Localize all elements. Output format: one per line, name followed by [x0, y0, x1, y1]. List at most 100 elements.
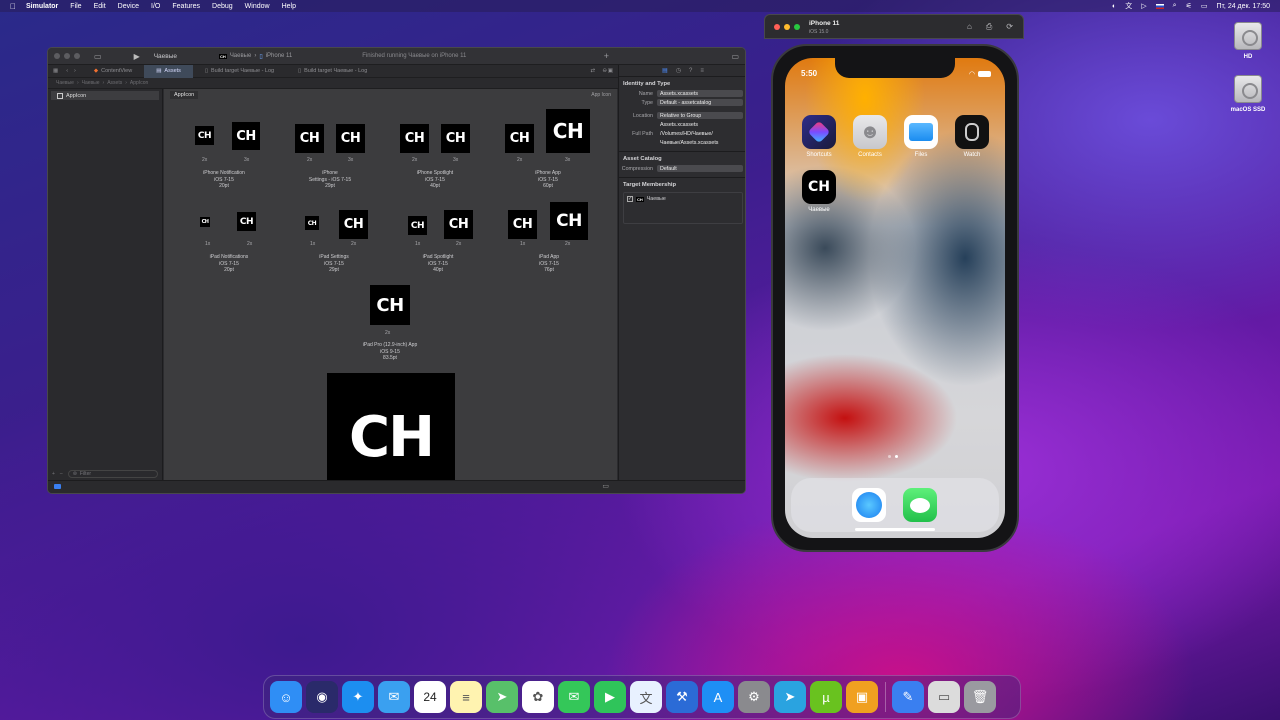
icon-slot-iphone-notification-2x[interactable]: CH — [195, 126, 214, 145]
jump-item[interactable]: Чаевые — [82, 80, 100, 86]
dock-item-mail[interactable]: ✉ — [378, 681, 410, 713]
inspector-toggle-icon[interactable]: ▭ — [731, 52, 739, 61]
file-inspector-icon[interactable]: ▤ — [662, 67, 668, 74]
dock-item-notes[interactable]: ≡ — [450, 681, 482, 713]
tab-contentview[interactable]: ◆ ContentView — [82, 65, 144, 78]
icon-slot-ipad-notifications-1x[interactable]: CH — [200, 217, 210, 227]
icon-slot-app-store[interactable]: CH — [327, 373, 455, 481]
menu-features[interactable]: Features — [172, 3, 200, 10]
tab-build-log-1[interactable]: ▯ Build target Чаевые - Log — [193, 65, 286, 78]
icon-slot-ipad-spotlight-1x[interactable]: CH — [408, 216, 427, 235]
dock-item-system-preferences[interactable]: ⚙ — [738, 681, 770, 713]
search-icon[interactable]: ⌕ — [1173, 2, 1177, 10]
play-icon[interactable]: ▷ — [1141, 2, 1146, 10]
dock-item-preview[interactable]: ▭ — [928, 681, 960, 713]
menu-window[interactable]: Window — [245, 3, 270, 10]
forward-icon[interactable]: › — [74, 68, 76, 74]
add-icon[interactable]: + — [604, 51, 609, 61]
minimize-button[interactable] — [784, 24, 790, 30]
icon-slot-iphone-app-3x[interactable]: CH — [546, 109, 590, 153]
home-icon[interactable]: ⌂ — [967, 22, 972, 32]
screen-mirror-icon[interactable]: ▭ — [1201, 2, 1208, 10]
translate-icon[interactable]: 文 — [1125, 1, 1132, 11]
icon-slot-iphone-settings-3x[interactable]: CH — [336, 124, 365, 153]
location-select[interactable]: Relative to Group — [657, 112, 743, 119]
navigator-item-appicon[interactable]: AppIcon — [51, 91, 159, 100]
icon-slot-ipad-app-1x[interactable]: CH — [508, 210, 537, 239]
icon-slot-ipad-settings-1x[interactable]: CH — [305, 216, 319, 230]
tab-build-log-2[interactable]: ▯ Build target Чаевые - Log — [286, 65, 379, 78]
page-indicator[interactable] — [888, 455, 898, 458]
disk-macos-ssd[interactable]: macOS SSD — [1221, 75, 1275, 113]
dock-item-finder[interactable]: ☺ — [270, 681, 302, 713]
disk-hd[interactable]: HD — [1221, 22, 1275, 60]
icon-slot-iphone-spotlight-2x[interactable]: CH — [400, 124, 429, 153]
dock-item-calendar[interactable]: 24 — [414, 681, 446, 713]
adjust-icon[interactable]: ⊖ — [602, 68, 607, 74]
screenshot-icon[interactable]: ⎙ — [986, 22, 992, 32]
dock-app-messages[interactable] — [903, 488, 937, 522]
menu-clock[interactable]: Пт, 24 дек. 17:50 — [1216, 3, 1270, 10]
menu-debug[interactable]: Debug — [212, 3, 233, 10]
name-field[interactable]: Assets.xcassets — [657, 90, 743, 97]
dock-item-safari[interactable]: ✦ — [342, 681, 374, 713]
attributes-inspector-icon[interactable]: ≡ — [700, 68, 704, 74]
close-button[interactable] — [54, 53, 60, 59]
sidebar-toggle-icon[interactable]: ▭ — [94, 52, 102, 61]
tab-assets[interactable]: ▤ Assets — [144, 64, 193, 78]
icon-slot-iphone-settings-2x[interactable]: CH — [295, 124, 324, 153]
control-center-icon[interactable]: ⚟ — [1186, 2, 1192, 10]
app-chaevye[interactable]: CH Чаевые — [801, 170, 837, 213]
wechat-icon[interactable]: ◐ — [1112, 3, 1116, 10]
debug-toggle-icon[interactable] — [54, 484, 61, 489]
type-select[interactable]: Default - assetcatalog — [657, 99, 743, 106]
split-icon[interactable]: ▣ — [608, 68, 613, 74]
dock-item-simulator[interactable]: ✎ — [892, 681, 924, 713]
dock-app-safari[interactable] — [852, 488, 886, 522]
icon-slot-iphone-spotlight-3x[interactable]: CH — [441, 124, 470, 153]
zoom-button[interactable] — [74, 53, 80, 59]
help-inspector-icon[interactable]: ? — [689, 68, 692, 74]
dock-item-trash[interactable]: 🗑 — [964, 681, 996, 713]
icon-slot-ipad-pro-2x[interactable]: CH — [370, 285, 410, 325]
dock-item-siri[interactable]: ◉ — [306, 681, 338, 713]
zoom-button[interactable] — [794, 24, 800, 30]
close-button[interactable] — [774, 24, 780, 30]
icon-slot-ipad-app-2x[interactable]: CH — [550, 202, 588, 240]
menu-file[interactable]: File — [70, 3, 81, 10]
apple-menu-icon[interactable]:  — [10, 2, 18, 11]
dock-item-facetime[interactable]: ▶ — [594, 681, 626, 713]
dock-item-messages[interactable]: ✉ — [558, 681, 590, 713]
iphone-screen[interactable]: 5:50 ◠ Shortcuts ☻ Contacts Files Watch — [785, 58, 1005, 538]
minimize-button[interactable] — [64, 53, 70, 59]
dock-item-translate[interactable]: 文 — [630, 681, 662, 713]
dock-item-maps[interactable]: ➤ — [486, 681, 518, 713]
menu-device[interactable]: Device — [118, 3, 139, 10]
dock-item-utorrent[interactable]: µ — [810, 681, 842, 713]
menu-app-name[interactable]: Simulator — [26, 3, 58, 10]
add-icon[interactable]: + — [52, 471, 55, 477]
icon-slot-iphone-notification-3x[interactable]: CH — [232, 122, 260, 150]
dock-item-photos[interactable]: ✿ — [522, 681, 554, 713]
icon-slot-iphone-app-2x[interactable]: CH — [505, 124, 534, 153]
back-icon[interactable]: ‹ — [66, 68, 68, 74]
panel-toggle-icon[interactable]: ▭ — [602, 482, 609, 490]
dock-item-parallels[interactable]: ▣ — [846, 681, 878, 713]
jump-item[interactable]: AppIcon — [130, 80, 148, 86]
rotate-icon[interactable]: ⟳ — [1006, 22, 1013, 32]
filter-input[interactable]: ⊜ Filter — [67, 469, 158, 478]
remove-icon[interactable]: – — [60, 471, 63, 477]
run-icon[interactable]: ▶ — [134, 52, 140, 61]
scheme-selector[interactable]: CH Чаевые › ▯ iPhone 11 — [219, 53, 292, 60]
dock-item-telegram[interactable]: ➤ — [774, 681, 806, 713]
app-files[interactable]: Files — [903, 115, 939, 158]
checkbox-checked-icon[interactable]: ✓ — [627, 196, 633, 202]
app-watch[interactable]: Watch — [954, 115, 990, 158]
jump-item[interactable]: Чаевые — [56, 80, 74, 86]
menu-help[interactable]: Help — [282, 3, 296, 10]
refresh-icon[interactable]: ⇄ — [590, 68, 595, 74]
dock-item-app-store[interactable]: A — [702, 681, 734, 713]
icon-slot-ipad-notifications-2x[interactable]: CH — [237, 212, 256, 231]
dock-item-xcode[interactable]: ⚒ — [666, 681, 698, 713]
grid-icon[interactable]: ▦ — [53, 68, 58, 74]
